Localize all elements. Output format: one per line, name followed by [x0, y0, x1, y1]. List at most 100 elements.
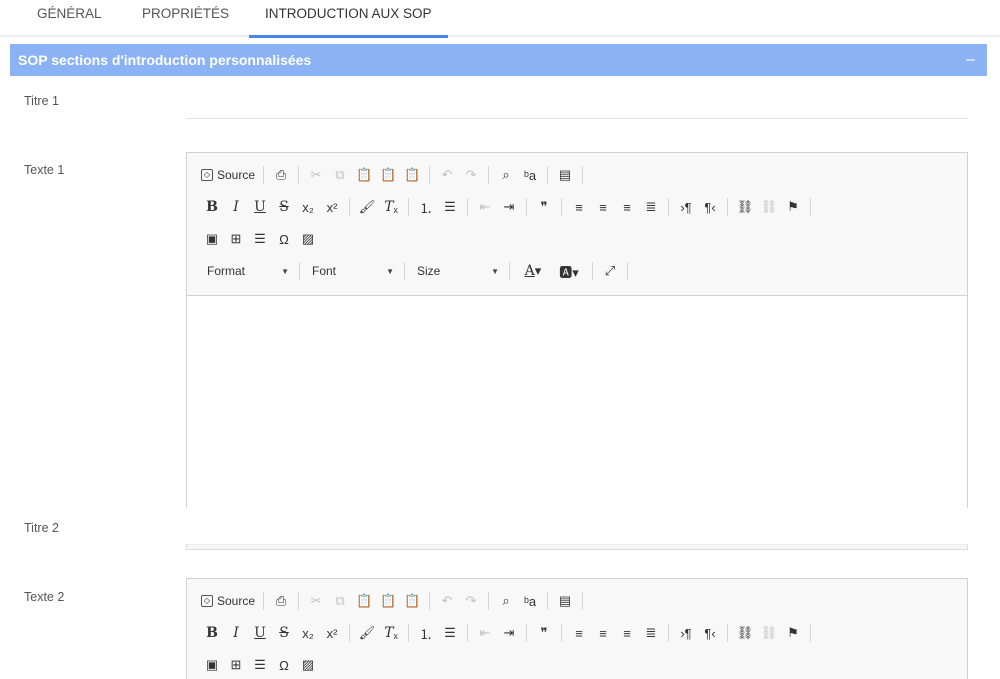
link-icon[interactable]: ⛓: [734, 622, 756, 644]
special-char-icon[interactable]: Ω: [273, 228, 295, 250]
rtl-icon[interactable]: ¶‹: [699, 622, 721, 644]
format-label: Format: [207, 264, 246, 278]
source-button[interactable]: ◇ Source: [201, 594, 255, 608]
titre1-input[interactable]: [186, 93, 968, 119]
underline-icon[interactable]: U: [249, 622, 271, 644]
horizontal-line-icon[interactable]: ☰: [249, 654, 271, 676]
bg-color-button[interactable]: 🅰▾: [552, 260, 586, 282]
align-left-icon[interactable]: ≡: [568, 196, 590, 218]
cut-icon[interactable]: ✂: [305, 164, 327, 186]
flash-icon[interactable]: ▣: [201, 228, 223, 250]
undo-icon[interactable]: ↶: [436, 590, 458, 612]
toolbar-separator: [408, 624, 409, 642]
outdent-icon[interactable]: ⇤: [474, 196, 496, 218]
redo-icon[interactable]: ↷: [460, 164, 482, 186]
horizontal-line-icon[interactable]: ☰: [249, 228, 271, 250]
align-right-icon[interactable]: ≡: [616, 622, 638, 644]
align-left-icon[interactable]: ≡: [568, 622, 590, 644]
text-color-button[interactable]: A ▾: [516, 260, 550, 282]
rtl-icon[interactable]: ¶‹: [699, 196, 721, 218]
special-char-icon[interactable]: Ω: [273, 654, 295, 676]
cut-icon[interactable]: ✂: [305, 590, 327, 612]
source-label: Source: [217, 168, 256, 182]
strike-icon[interactable]: S: [273, 622, 295, 644]
subscript-icon[interactable]: x₂: [297, 196, 319, 218]
blockquote-icon[interactable]: ❞: [533, 196, 555, 218]
ltr-icon[interactable]: ›¶: [675, 622, 697, 644]
paste-word-icon[interactable]: 📋: [401, 590, 423, 612]
align-center-icon[interactable]: ≡: [592, 622, 614, 644]
justify-icon[interactable]: ≣: [640, 622, 662, 644]
find-icon[interactable]: ⌕: [495, 590, 517, 612]
remove-format-icon[interactable]: Tₓ: [380, 196, 402, 218]
paste-word-icon[interactable]: 📋: [401, 164, 423, 186]
titre2-input[interactable]: [186, 544, 968, 550]
align-center-icon[interactable]: ≡: [592, 196, 614, 218]
table-icon[interactable]: ⊞: [225, 654, 247, 676]
subscript-icon[interactable]: x₂: [297, 622, 319, 644]
size-dropdown[interactable]: Size ▼: [411, 260, 505, 282]
unlink-icon[interactable]: ⛓: [758, 622, 780, 644]
collapse-button[interactable]: –: [966, 44, 975, 76]
remove-format-icon[interactable]: Tₓ: [380, 622, 402, 644]
replace-icon[interactable]: ᵇa: [519, 164, 541, 186]
paste-text-icon[interactable]: 📋: [377, 164, 399, 186]
anchor-flag-icon[interactable]: ⚑: [782, 622, 804, 644]
link-icon[interactable]: ⛓: [734, 196, 756, 218]
tab-proprietes[interactable]: PROPRIÉTÉS: [142, 6, 229, 35]
chevron-down-icon: ▼: [491, 266, 499, 276]
copy-icon[interactable]: ⧉: [329, 590, 351, 612]
source-button[interactable]: ◇ Source: [201, 168, 255, 182]
replace-icon[interactable]: ᵇa: [519, 590, 541, 612]
outdent-icon[interactable]: ⇤: [474, 622, 496, 644]
align-right-icon[interactable]: ≡: [616, 196, 638, 218]
numbered-list-icon[interactable]: ⒈: [415, 622, 437, 644]
underline-icon[interactable]: U: [249, 196, 271, 218]
indent-icon[interactable]: ⇥: [498, 622, 520, 644]
redo-icon[interactable]: ↷: [460, 590, 482, 612]
blockquote-icon[interactable]: ❞: [533, 622, 555, 644]
font-dropdown[interactable]: Font ▼: [306, 260, 400, 282]
anchor-flag-icon[interactable]: ⚑: [782, 196, 804, 218]
undo-icon[interactable]: ↶: [436, 164, 458, 186]
numbered-list-icon[interactable]: ⒈: [415, 196, 437, 218]
toolbar-separator: [509, 262, 510, 280]
image-icon[interactable]: ▨: [297, 228, 319, 250]
format-dropdown[interactable]: Format ▼: [201, 260, 295, 282]
copy-icon[interactable]: ⧉: [329, 164, 351, 186]
bold-icon[interactable]: B: [201, 196, 223, 218]
paste-icon[interactable]: 📋: [353, 164, 375, 186]
paste-icon[interactable]: 📋: [353, 590, 375, 612]
texte2-label: Texte 2: [24, 590, 65, 604]
find-icon[interactable]: ⌕: [495, 164, 517, 186]
indent-icon[interactable]: ⇥: [498, 196, 520, 218]
maximize-icon[interactable]: ⤢: [599, 260, 621, 282]
editor-content-area[interactable]: [187, 296, 967, 498]
print-icon[interactable]: ⎙: [270, 590, 292, 612]
justify-icon[interactable]: ≣: [640, 196, 662, 218]
print-icon[interactable]: ⎙: [270, 164, 292, 186]
flash-icon[interactable]: ▣: [201, 654, 223, 676]
bulleted-list-icon[interactable]: ☰: [439, 196, 461, 218]
select-all-icon[interactable]: ▤: [554, 590, 576, 612]
copy-format-icon[interactable]: 🖌: [356, 622, 378, 644]
copy-format-icon[interactable]: 🖌: [356, 196, 378, 218]
bulleted-list-icon[interactable]: ☰: [439, 622, 461, 644]
italic-icon[interactable]: I: [225, 196, 247, 218]
bold-icon[interactable]: B: [201, 622, 223, 644]
italic-icon[interactable]: I: [225, 622, 247, 644]
superscript-icon[interactable]: x²: [321, 622, 343, 644]
image-icon[interactable]: ▨: [297, 654, 319, 676]
ltr-icon[interactable]: ›¶: [675, 196, 697, 218]
toolbar-separator: [727, 198, 728, 216]
tab-general[interactable]: GÉNÉRAL: [37, 6, 102, 35]
superscript-icon[interactable]: x²: [321, 196, 343, 218]
select-all-icon[interactable]: ▤: [554, 164, 576, 186]
unlink-icon[interactable]: ⛓: [758, 196, 780, 218]
paste-text-icon[interactable]: 📋: [377, 590, 399, 612]
font-label: Font: [312, 264, 337, 278]
table-icon[interactable]: ⊞: [225, 228, 247, 250]
tab-introduction-sop[interactable]: INTRODUCTION AUX SOP: [249, 6, 447, 38]
toolbar-separator: [299, 262, 300, 280]
strike-icon[interactable]: S: [273, 196, 295, 218]
